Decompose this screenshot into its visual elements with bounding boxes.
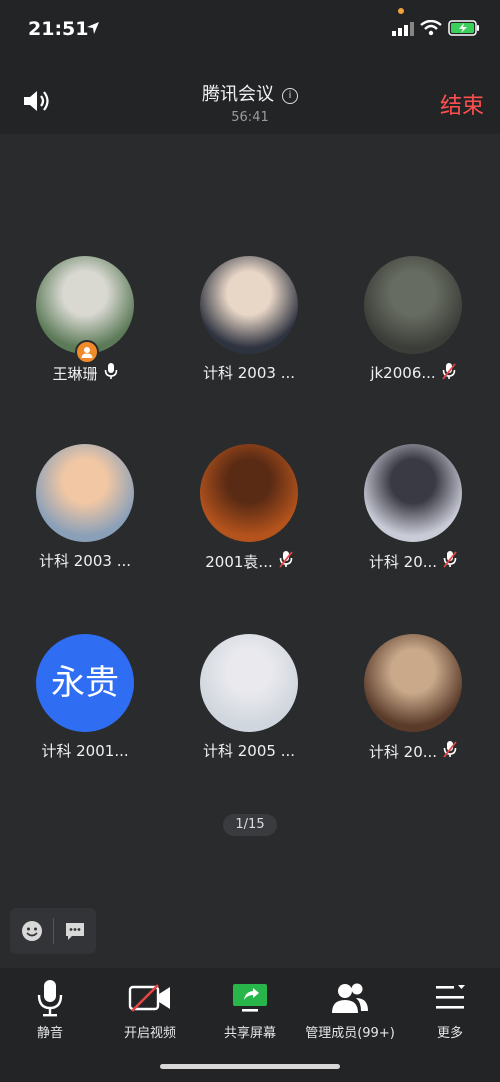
avatar: 永贵	[36, 634, 134, 732]
participant-tile[interactable]: 永贵计科 2001...	[3, 634, 167, 761]
avatar	[364, 444, 462, 542]
avatar	[200, 256, 298, 354]
avatar	[364, 634, 462, 732]
manage-members-button[interactable]: 管理成员(99+)	[300, 978, 400, 1041]
participant-name-row: jk2006...	[331, 362, 495, 384]
location-arrow-icon	[87, 22, 99, 34]
page-indicator: 1/15	[223, 814, 277, 836]
microphone-icon	[37, 980, 63, 1017]
participant-name: 计科 20...	[368, 552, 438, 571]
microphone-muted-icon	[441, 362, 456, 384]
reaction-chat-bar	[10, 908, 96, 954]
participant-name-row: 计科 2001...	[3, 740, 167, 761]
participant-tile[interactable]: 计科 20...	[331, 444, 495, 572]
microphone-muted-icon	[443, 740, 457, 762]
microphone-on-icon	[104, 362, 118, 384]
participant-name: 计科 2003 ...	[38, 552, 131, 570]
chat-icon[interactable]	[64, 920, 86, 942]
participant-name: 计科 2001...	[41, 742, 129, 760]
participant-tile[interactable]: 计科 20...	[331, 634, 495, 762]
microphone-muted-icon	[443, 550, 457, 572]
participant-name-row: 计科 20...	[331, 550, 495, 572]
participant-tile[interactable]: 计科 2003 ...	[3, 444, 167, 571]
avatar	[200, 444, 298, 542]
privacy-indicator-dot	[398, 8, 404, 14]
participant-name: 计科 20...	[368, 742, 438, 761]
more-label: 更多	[436, 1026, 463, 1041]
members-icon	[332, 983, 368, 1013]
participant-name-row: 计科 2003 ...	[167, 362, 331, 383]
host-badge-icon	[75, 340, 99, 364]
home-indicator	[160, 1064, 340, 1069]
participant-tile[interactable]: 计科 2005 ...	[167, 634, 331, 761]
emoji-icon[interactable]	[21, 920, 43, 942]
participant-name-row: 2001袁...	[167, 550, 331, 572]
share-screen-label: 共享屏幕	[223, 1026, 276, 1041]
avatar-initials: 永贵	[51, 663, 119, 703]
divider	[53, 918, 54, 944]
end-meeting-button[interactable]: 结束	[440, 88, 484, 120]
wifi-icon	[420, 20, 442, 36]
participant-name: 2001袁...	[205, 552, 273, 571]
video-off-icon	[128, 984, 170, 1012]
participant-tile[interactable]: 计科 2003 ...	[167, 256, 331, 383]
avatar	[200, 634, 298, 732]
participant-name: jk2006...	[370, 364, 436, 382]
mute-button[interactable]: 静音	[0, 978, 100, 1041]
participant-name: 计科 2003 ...	[202, 364, 295, 382]
participant-name-row: 计科 2005 ...	[167, 740, 331, 761]
battery-charging-icon	[448, 20, 479, 36]
participant-name-row: 计科 20...	[331, 740, 495, 762]
start-video-label: 开启视频	[123, 1026, 176, 1041]
more-menu-icon	[436, 985, 465, 1009]
cellular-signal-icon	[392, 22, 414, 36]
info-icon[interactable]: i	[282, 88, 298, 104]
participant-tile[interactable]: 2001袁...	[167, 444, 331, 572]
participant-name: 王琳珊	[52, 364, 98, 383]
mute-label: 静音	[36, 1026, 63, 1041]
avatar	[36, 444, 134, 542]
share-screen-icon	[233, 984, 267, 1012]
participant-name: 计科 2005 ...	[202, 742, 295, 760]
manage-members-label: 管理成员(99+)	[305, 1026, 395, 1041]
status-time: 21:51	[28, 18, 89, 40]
meeting-title-text: 腾讯会议	[202, 84, 274, 105]
participant-tile[interactable]: jk2006...	[331, 256, 495, 384]
participant-name-row: 计科 2003 ...	[3, 550, 167, 571]
microphone-muted-icon	[279, 550, 293, 572]
more-button[interactable]: 更多	[400, 978, 500, 1041]
meeting-title[interactable]: 腾讯会议 i	[0, 80, 500, 106]
start-video-button[interactable]: 开启视频	[100, 978, 200, 1041]
share-screen-button[interactable]: 共享屏幕	[200, 978, 300, 1041]
participant-tile[interactable]: 王琳珊	[3, 256, 167, 384]
meeting-timer: 56:41	[231, 110, 269, 125]
avatar	[364, 256, 462, 354]
